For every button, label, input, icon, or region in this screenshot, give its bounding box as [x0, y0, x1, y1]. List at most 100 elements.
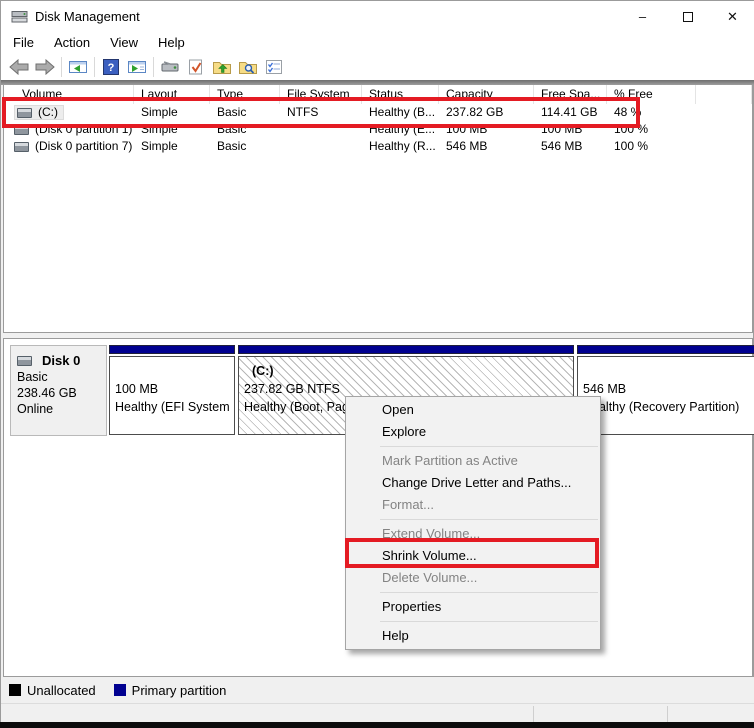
disk-name: Disk 0 — [42, 353, 80, 369]
status-pane-divider — [667, 706, 668, 722]
partition-color-bar — [238, 345, 574, 354]
menu-mark-partition-active: Mark Partition as Active — [346, 450, 600, 472]
help-button[interactable]: ? — [98, 55, 124, 79]
help-icon: ? — [102, 59, 120, 75]
volume-name: (Disk 0 partition 7) — [35, 138, 132, 155]
cell-status: Healthy (R... — [362, 138, 439, 155]
menu-change-drive-letter[interactable]: Change Drive Letter and Paths... — [346, 472, 600, 494]
disk-type: Basic — [17, 369, 106, 385]
menu-help[interactable]: Help — [148, 33, 195, 52]
column-header-pct-free[interactable]: % Free — [607, 85, 696, 104]
disk-management-window: Disk Management – ✕ File Action View Hel… — [0, 0, 754, 728]
menu-explore[interactable]: Explore — [346, 421, 600, 443]
menu-separator — [380, 519, 598, 520]
export-list-icon — [212, 59, 232, 75]
show-action-pane-icon — [127, 59, 147, 75]
column-header-status[interactable]: Status — [362, 85, 439, 104]
cell-pct-free: 48 % — [607, 104, 696, 121]
menu-extend-volume: Extend Volume... — [346, 523, 600, 545]
show-console-tree-icon — [68, 59, 88, 75]
forward-button[interactable] — [32, 55, 58, 79]
partition-color-bar — [577, 345, 754, 354]
window-title: Disk Management — [35, 9, 140, 24]
properties-list-button[interactable] — [261, 55, 287, 79]
check-document-icon — [187, 59, 205, 75]
partition-efi[interactable]: 100 MB Healthy (EFI System P — [109, 345, 235, 436]
drive-icon — [17, 108, 32, 118]
disk-icon — [17, 356, 32, 366]
menu-help[interactable]: Help — [346, 625, 600, 647]
back-button[interactable] — [6, 55, 32, 79]
volume-list-panel: Volume Layout Type File System Status Ca… — [3, 85, 753, 333]
cell-free-space: 546 MB — [534, 138, 607, 155]
status-pane-divider — [533, 706, 534, 722]
cell-capacity: 100 MB — [439, 121, 534, 138]
properties-list-icon — [265, 59, 283, 75]
cell-free-space: 114.41 GB — [534, 104, 607, 121]
cell-free-space: 100 MB — [534, 121, 607, 138]
disk-device-button[interactable] — [157, 55, 183, 79]
column-header-file-system[interactable]: File System — [280, 85, 362, 104]
show-console-tree-button[interactable] — [65, 55, 91, 79]
volume-name: (C:) — [38, 104, 58, 121]
column-header-capacity[interactable]: Capacity — [439, 85, 534, 104]
show-action-pane-button[interactable] — [124, 55, 150, 79]
disk-device-icon — [160, 59, 180, 75]
cell-file-system — [280, 138, 362, 155]
disk-management-icon — [11, 9, 29, 24]
cell-layout: Simple — [134, 121, 210, 138]
toolbar-separator — [94, 57, 95, 77]
column-header-blank — [696, 85, 752, 104]
taskbar-edge — [0, 722, 754, 728]
cell-layout: Simple — [134, 138, 210, 155]
column-header-layout[interactable]: Layout — [134, 85, 210, 104]
menu-view[interactable]: View — [100, 33, 148, 52]
disk0-info-panel[interactable]: Disk 0 Basic 238.46 GB Online — [10, 345, 107, 436]
partition-recovery[interactable]: 546 MB Healthy (Recovery Partition) — [577, 345, 754, 436]
menu-separator — [380, 621, 598, 622]
toolbar-separator — [61, 57, 62, 77]
back-icon — [9, 59, 29, 75]
svg-text:?: ? — [108, 62, 115, 74]
volume-row-partition7[interactable]: (Disk 0 partition 7) Simple Basic Health… — [4, 138, 752, 155]
column-header-free-space[interactable]: Free Spa... — [534, 85, 607, 104]
maximize-button[interactable] — [665, 1, 710, 32]
volume-row-partition1[interactable]: (Disk 0 partition 1) Simple Basic Health… — [4, 121, 752, 138]
cell-capacity: 546 MB — [439, 138, 534, 155]
menu-separator — [380, 592, 598, 593]
menu-bar: File Action View Help — [1, 32, 754, 53]
menu-action[interactable]: Action — [44, 33, 100, 52]
menu-file[interactable]: File — [3, 33, 44, 52]
volume-row-c[interactable]: (C:) Simple Basic NTFS Healthy (B... 237… — [4, 104, 752, 121]
column-header-type[interactable]: Type — [210, 85, 280, 104]
minimize-button[interactable]: – — [620, 1, 665, 32]
maximize-icon — [683, 12, 693, 22]
partition-size: 100 MB — [115, 380, 232, 398]
menu-delete-volume: Delete Volume... — [346, 567, 600, 589]
find-icon — [238, 59, 258, 75]
drive-icon — [14, 142, 29, 152]
cell-pct-free: 100 % — [607, 138, 696, 155]
close-button[interactable]: ✕ — [710, 1, 754, 32]
drive-icon — [14, 125, 29, 135]
menu-shrink-volume[interactable]: Shrink Volume... — [346, 545, 600, 567]
legend-primary-partition: Primary partition — [114, 683, 227, 698]
export-list-button[interactable] — [209, 55, 235, 79]
partition-label: (C:) — [244, 362, 571, 380]
menu-open[interactable]: Open — [346, 399, 600, 421]
disk-status: Online — [17, 401, 106, 417]
find-button[interactable] — [235, 55, 261, 79]
partition-context-menu: Open Explore Mark Partition as Active Ch… — [345, 396, 601, 650]
cell-type: Basic — [210, 121, 280, 138]
cell-type: Basic — [210, 104, 280, 121]
cell-type: Basic — [210, 138, 280, 155]
check-document-button[interactable] — [183, 55, 209, 79]
menu-properties[interactable]: Properties — [346, 596, 600, 618]
unallocated-color-swatch — [9, 684, 21, 696]
cell-file-system: NTFS — [280, 104, 362, 121]
partition-status: Healthy (EFI System P — [115, 398, 232, 416]
menu-format: Format... — [346, 494, 600, 516]
primary-partition-color-swatch — [114, 684, 126, 696]
column-header-volume[interactable]: Volume — [4, 85, 134, 104]
cell-file-system — [280, 121, 362, 138]
